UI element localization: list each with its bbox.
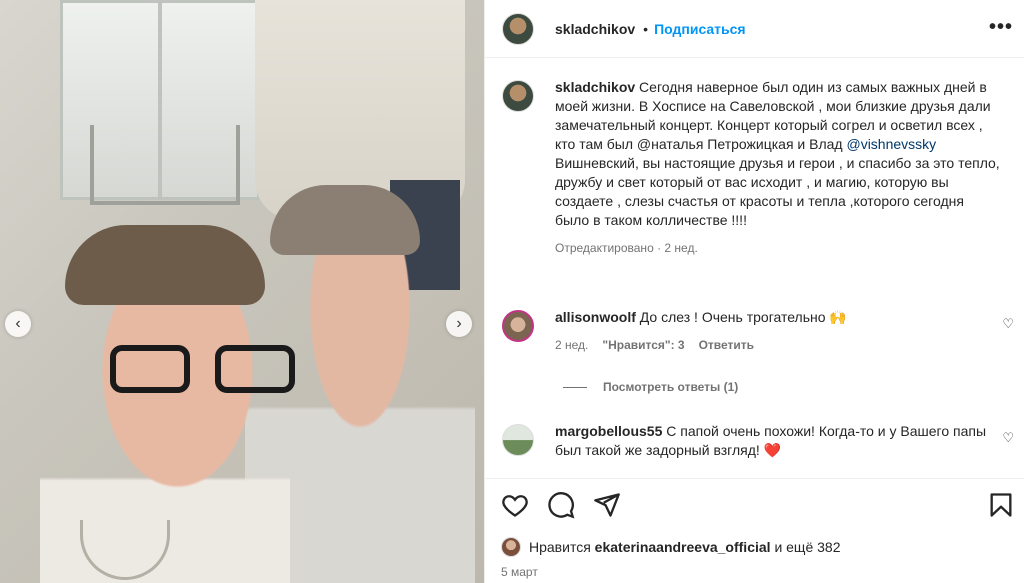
- chevron-right-icon: ›: [456, 315, 462, 332]
- send-icon[interactable]: [593, 491, 621, 519]
- likes-summary: Нравится ekaterinaandreeva_official и ещ…: [501, 537, 841, 557]
- photo-old-man-hair: [270, 185, 420, 255]
- post-photo[interactable]: ‹ ›: [0, 0, 484, 583]
- caption-meta: Отредактировано · 2 нед.: [555, 241, 698, 255]
- carousel-next-button[interactable]: ›: [446, 311, 472, 337]
- comment-likes[interactable]: "Нравится": 3: [602, 336, 684, 355]
- post-actions: Нравится ekaterinaandreeva_official и ещ…: [485, 478, 1024, 583]
- post-caption: skladchikov Сегодня наверное был один из…: [502, 78, 1012, 258]
- likes-prefix: Нравится: [529, 539, 591, 555]
- liker-avatar[interactable]: [501, 537, 521, 557]
- separator-dot: •: [643, 20, 649, 37]
- comment-icon[interactable]: [547, 491, 575, 519]
- liker-username[interactable]: ekaterinaandreeva_official: [595, 539, 771, 555]
- commenter-username[interactable]: margobellous55: [555, 423, 662, 439]
- more-options-icon[interactable]: •••: [989, 16, 1013, 39]
- carousel-prev-button[interactable]: ‹: [5, 311, 31, 337]
- bookmark-icon[interactable]: [987, 491, 1015, 519]
- post-date[interactable]: 5 март: [501, 565, 538, 579]
- replies-divider: [563, 386, 587, 388]
- caption-mention[interactable]: @vishnevssky: [846, 136, 936, 152]
- post-panel: skladchikov • Подписаться ••• skladchiko…: [484, 0, 1024, 583]
- heart-icon[interactable]: [501, 491, 529, 519]
- caption-username[interactable]: skladchikov: [555, 79, 635, 95]
- author-avatar[interactable]: [502, 12, 534, 45]
- post-header: skladchikov • Подписаться •••: [485, 0, 1024, 58]
- chevron-left-icon: ‹: [15, 315, 21, 332]
- comment-time: 2 нед.: [555, 338, 589, 352]
- view-replies-button[interactable]: Посмотреть ответы (1): [563, 380, 738, 394]
- author-username[interactable]: skladchikov: [555, 21, 635, 37]
- likes-suffix[interactable]: и ещё 382: [774, 539, 840, 555]
- commenter-username[interactable]: allisonwoolf: [555, 309, 636, 325]
- view-replies-label: Посмотреть ответы (1): [603, 380, 739, 394]
- comment-like-icon[interactable]: ♡: [1002, 316, 1014, 332]
- comment-item: margobellous55 С папой очень похожи! Ког…: [502, 422, 1022, 460]
- comment-item: allisonwoolf До слез ! Очень трогательно…: [502, 308, 1022, 355]
- commenter-avatar[interactable]: [502, 310, 534, 342]
- comment-reply-button[interactable]: Ответить: [699, 336, 754, 355]
- photo-young-man-hair: [65, 225, 265, 305]
- comment-like-icon[interactable]: ♡: [1002, 430, 1014, 446]
- photo-rail: [90, 125, 240, 205]
- comment-text: До слез ! Очень трогательно 🙌: [639, 309, 847, 325]
- commenter-avatar[interactable]: [502, 424, 534, 456]
- caption-text-part2: Вишневский, вы настоящие друзья и герои …: [555, 155, 1000, 228]
- photo-glasses: [110, 345, 310, 395]
- caption-avatar[interactable]: [502, 80, 534, 112]
- follow-button[interactable]: Подписаться: [654, 21, 746, 37]
